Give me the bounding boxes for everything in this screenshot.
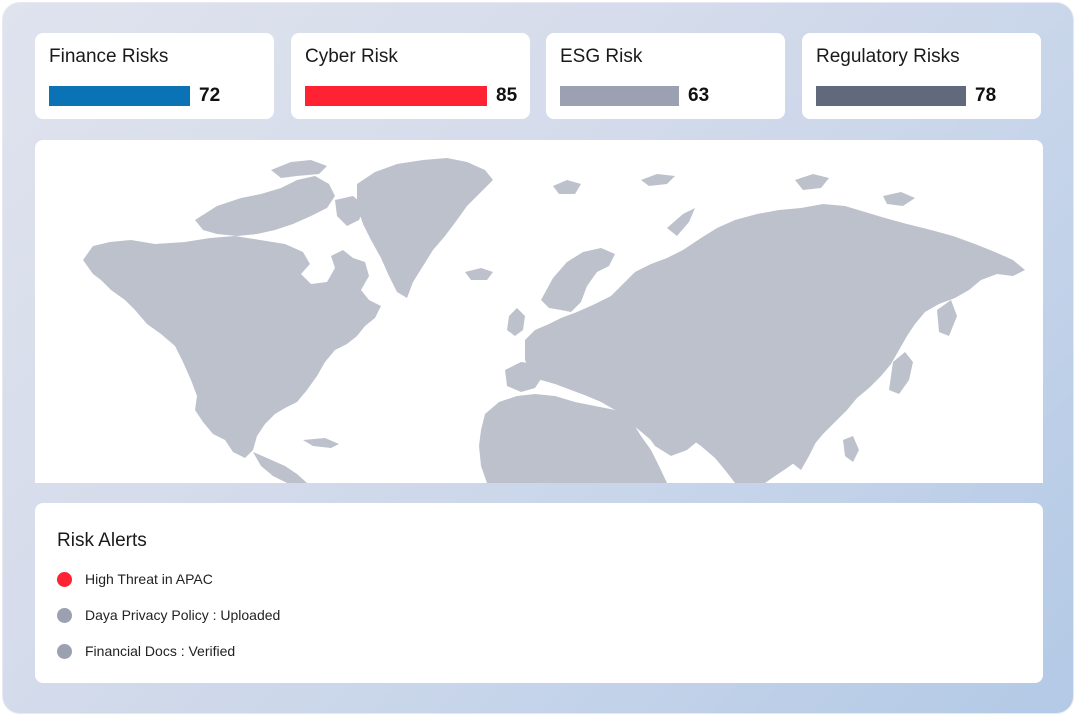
region-arctic-islands	[195, 176, 335, 236]
region-uk	[507, 308, 525, 336]
kpi-card-finance[interactable]: Finance Risks 72	[35, 33, 274, 119]
status-dot-icon	[57, 643, 72, 659]
kpi-value: 72	[199, 85, 221, 106]
kpi-card-regulatory[interactable]: Regulatory Risks 78	[802, 33, 1041, 119]
map-land	[83, 158, 1025, 483]
kpi-value: 78	[975, 85, 997, 106]
world-map[interactable]	[35, 140, 1043, 483]
region-iberia	[505, 362, 543, 392]
region-central-america	[253, 452, 307, 483]
region-north-america	[83, 236, 381, 458]
kpi-bar	[560, 86, 679, 106]
region-iceland	[465, 268, 493, 280]
kpi-bar	[816, 86, 966, 106]
dashboard-frame: Finance Risks 72 Cyber Risk 85 ESG Risk …	[2, 2, 1074, 714]
kpi-title: Cyber Risk	[305, 46, 398, 67]
risk-alerts-title: Risk Alerts	[57, 530, 147, 551]
kpi-card-esg[interactable]: ESG Risk 63	[546, 33, 785, 119]
region-caribbean	[303, 438, 339, 448]
kpi-card-cyber[interactable]: Cyber Risk 85	[291, 33, 530, 119]
alert-text: Daya Privacy Policy : Uploaded	[85, 607, 281, 623]
alert-text: High Threat in APAC	[85, 571, 213, 587]
kpi-value: 63	[688, 85, 710, 106]
alert-text: Financial Docs : Verified	[85, 643, 236, 659]
world-map-svg	[83, 158, 1025, 483]
alert-item[interactable]: High Threat in APAC	[57, 569, 213, 589]
kpi-bar	[49, 86, 190, 106]
risk-alerts-panel: Risk Alerts High Threat in APAC Daya Pri…	[35, 503, 1043, 683]
status-dot-icon	[57, 607, 72, 623]
status-dot-icon	[57, 571, 72, 587]
alert-item[interactable]: Daya Privacy Policy : Uploaded	[57, 605, 280, 625]
kpi-title: Regulatory Risks	[816, 46, 960, 67]
kpi-bar	[305, 86, 487, 106]
kpi-title: ESG Risk	[560, 46, 643, 67]
alert-item[interactable]: Financial Docs : Verified	[57, 641, 235, 661]
kpi-title: Finance Risks	[49, 46, 169, 67]
kpi-value: 85	[496, 85, 518, 106]
